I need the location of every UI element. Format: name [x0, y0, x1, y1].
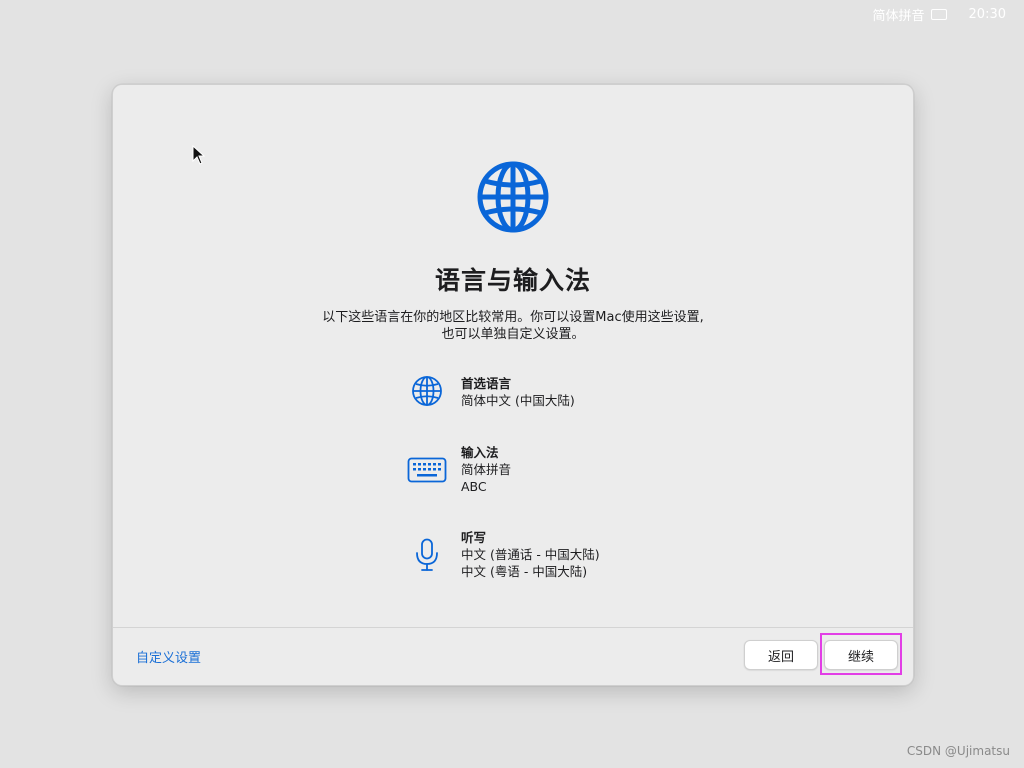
setting-value: ABC: [461, 479, 487, 494]
setting-title: 输入法: [461, 445, 499, 460]
setting-dictation: 听写 中文 (普通话 - 中国大陆) 中文 (粤语 - 中国大陆): [403, 529, 600, 581]
globe-icon: [403, 375, 451, 415]
footer-divider: [113, 627, 913, 628]
input-method-label: 简体拼音: [872, 8, 925, 24]
microphone-icon: [403, 529, 451, 581]
back-button[interactable]: 返回: [744, 640, 818, 670]
setting-value: 简体中文 (中国大陆): [461, 393, 575, 408]
setting-value: 中文 (普通话 - 中国大陆): [461, 547, 600, 562]
setting-input-method: 输入法 简体拼音 ABC: [403, 444, 511, 496]
keyboard-icon: [930, 8, 947, 20]
page-description: 以下这些语言在你的地区比较常用。你可以设置Mac使用这些设置, 也可以单独自定义…: [263, 309, 763, 343]
globe-icon: [477, 161, 549, 233]
desktop: 简体拼音 20:30 语言与输入法 以下这些语言在你的地区比较常用。你可以设置M…: [0, 0, 1024, 768]
setting-value: 简体拼音: [461, 462, 512, 477]
description-line: 以下这些语言在你的地区比较常用。你可以设置Mac使用这些设置,: [322, 310, 704, 325]
menu-bar: 简体拼音 20:30: [867, 0, 1012, 28]
highlight-box: [820, 633, 902, 675]
setup-assistant-window: 语言与输入法 以下这些语言在你的地区比较常用。你可以设置Mac使用这些设置, 也…: [112, 84, 914, 686]
description-line: 也可以单独自定义设置。: [441, 327, 585, 342]
customize-settings-link[interactable]: 自定义设置: [136, 647, 201, 666]
setting-title: 听写: [461, 530, 487, 545]
input-method-menu[interactable]: 简体拼音: [867, 3, 953, 26]
mouse-cursor-icon: [192, 145, 206, 165]
setting-preferred-language: 首选语言 简体中文 (中国大陆): [403, 375, 575, 415]
menu-clock: 20:30: [968, 6, 1006, 22]
watermark: CSDN @Ujimatsu: [906, 744, 1010, 758]
setting-title: 首选语言: [461, 376, 512, 391]
page-title: 语言与输入法: [434, 266, 591, 295]
keyboard-icon: [403, 444, 451, 496]
setting-value: 中文 (粤语 - 中国大陆): [461, 564, 588, 579]
